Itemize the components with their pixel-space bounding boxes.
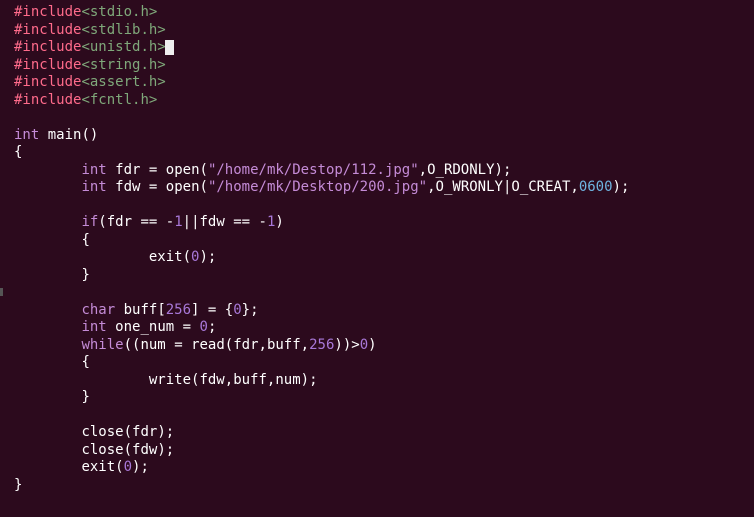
fn-call: exit [149, 249, 183, 265]
include-line: #include<stdlib.h> [14, 22, 166, 38]
var-name: buff [124, 302, 158, 318]
type-kw: int [81, 179, 106, 195]
var-name: fdw [115, 179, 140, 195]
brace-close: } [14, 477, 22, 493]
assign-op: = [149, 162, 157, 178]
fn-call: close [81, 424, 123, 440]
fn-name: main [48, 127, 82, 143]
var-name: fdr [115, 162, 140, 178]
var-ref: fdw [200, 214, 225, 230]
num-literal: 256 [166, 302, 191, 318]
fn-call: write [149, 372, 191, 388]
preproc-kw: #include [14, 92, 81, 108]
fn-call: open [166, 162, 200, 178]
code-editor[interactable]: #include<stdio.h> #include<stdlib.h> #in… [0, 0, 754, 498]
if-kw: if [81, 214, 98, 230]
type-kw: char [81, 302, 115, 318]
fn-call: read [191, 337, 225, 353]
brace-close: } [81, 267, 89, 283]
brace-open: { [14, 144, 22, 160]
include-header: <string.h> [81, 57, 165, 73]
fn-decl: int main() [14, 127, 98, 143]
string-literal: "/home/mk/Desktop/200.jpg" [208, 179, 427, 195]
flag-const: O_WRONLY|O_CREAT [436, 179, 571, 195]
type-kw: int [14, 127, 39, 143]
include-line: #include<string.h> [14, 57, 166, 73]
fn-call: exit [81, 459, 115, 475]
fn-call: open [166, 179, 200, 195]
while-kw: while [81, 337, 123, 353]
flag-const: O_RDONLY [427, 162, 494, 178]
brace-open: { [81, 232, 89, 248]
preproc-kw: #include [14, 4, 81, 20]
include-header: <stdlib.h> [81, 22, 165, 38]
include-header: <stdio.h> [81, 4, 157, 20]
num-literal: 0 [200, 319, 208, 335]
var-ref: fdr [107, 214, 132, 230]
include-line: #include<fcntl.h> [14, 92, 157, 108]
num-literal: 0600 [579, 179, 613, 195]
brace-open: { [81, 354, 89, 370]
type-kw: int [81, 162, 106, 178]
text-cursor [165, 40, 174, 55]
include-line: #include<unistd.h> [14, 39, 174, 55]
parens: () [81, 127, 98, 143]
preproc-kw: #include [14, 22, 81, 38]
include-header: <fcntl.h> [81, 92, 157, 108]
include-header: <assert.h> [81, 74, 165, 90]
var-name: one_num [115, 319, 174, 335]
type-kw: int [81, 319, 106, 335]
include-line: #include<assert.h> [14, 74, 166, 90]
include-line: #include<stdio.h> [14, 4, 157, 20]
preproc-kw: #include [14, 74, 81, 90]
preproc-kw: #include [14, 39, 81, 55]
include-header: <unistd.h> [81, 39, 165, 55]
string-literal: "/home/mk/Destop/112.jpg" [208, 162, 419, 178]
brace-close: } [81, 389, 89, 405]
fn-call: close [81, 442, 123, 458]
num-literal: 0 [233, 302, 241, 318]
var-ref: num [140, 337, 165, 353]
assign-op: = [149, 179, 157, 195]
preproc-kw: #include [14, 57, 81, 73]
num-literal: 1 [174, 214, 182, 230]
